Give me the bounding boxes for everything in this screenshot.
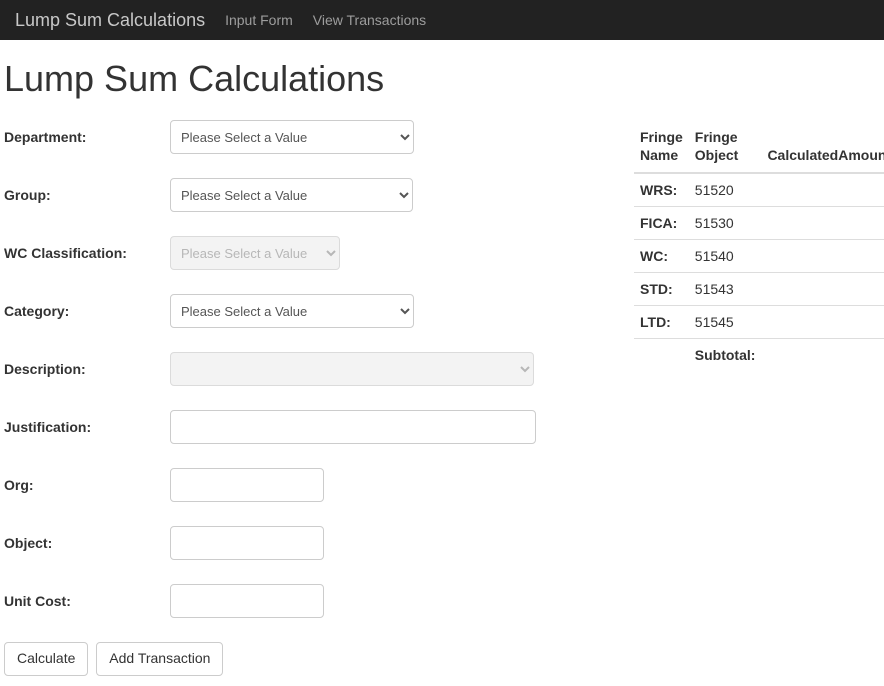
fringe-object-cell: 51545 xyxy=(689,306,762,339)
object-input[interactable] xyxy=(170,526,324,560)
fringe-header-object: Fringe Object xyxy=(689,120,762,173)
department-select[interactable]: Please Select a Value xyxy=(170,120,414,154)
fringe-amount-cell xyxy=(761,173,884,207)
label-description: Description: xyxy=(4,361,170,377)
fringe-amount-cell xyxy=(761,306,884,339)
label-department: Department: xyxy=(4,129,170,145)
org-input[interactable] xyxy=(170,468,324,502)
nav-link-input-form[interactable]: Input Form xyxy=(225,12,293,28)
fringe-name-cell: STD: xyxy=(634,273,689,306)
nav-link-view-transactions[interactable]: View Transactions xyxy=(313,12,426,28)
group-select[interactable]: Please Select a Value xyxy=(170,178,413,212)
fringe-amount-cell xyxy=(761,240,884,273)
table-row: FICA: 51530 xyxy=(634,207,884,240)
fringe-name-cell: WC: xyxy=(634,240,689,273)
subtotal-label: Subtotal: xyxy=(689,339,762,372)
fringe-object-cell: 51543 xyxy=(689,273,762,306)
unit-cost-input[interactable] xyxy=(170,584,324,618)
form-column: Department: Please Select a Value Group:… xyxy=(4,120,614,676)
subtotal-amount xyxy=(761,339,884,372)
table-row: STD: 51543 xyxy=(634,273,884,306)
label-object: Object: xyxy=(4,535,170,551)
description-select xyxy=(170,352,534,386)
fringe-object-cell: 51540 xyxy=(689,240,762,273)
page-title: Lump Sum Calculations xyxy=(4,58,880,100)
label-unit-cost: Unit Cost: xyxy=(4,593,170,609)
fringe-table: Fringe Name Fringe Object CalculatedAmou… xyxy=(634,120,884,371)
label-wc-classification: WC Classification: xyxy=(4,245,170,261)
label-org: Org: xyxy=(4,477,170,493)
table-row: WC: 51540 xyxy=(634,240,884,273)
navbar-brand[interactable]: Lump Sum Calculations xyxy=(15,10,205,31)
fringe-object-cell: 51520 xyxy=(689,173,762,207)
add-transaction-button[interactable]: Add Transaction xyxy=(96,642,223,676)
fringe-name-cell: LTD: xyxy=(634,306,689,339)
fringe-object-cell: 51530 xyxy=(689,207,762,240)
label-group: Group: xyxy=(4,187,170,203)
label-category: Category: xyxy=(4,303,170,319)
label-justification: Justification: xyxy=(4,419,170,435)
table-row: WRS: 51520 xyxy=(634,173,884,207)
fringe-name-cell: WRS: xyxy=(634,173,689,207)
fringe-header-name: Fringe Name xyxy=(634,120,689,173)
table-row: LTD: 51545 xyxy=(634,306,884,339)
category-select[interactable]: Please Select a Value xyxy=(170,294,414,328)
navbar: Lump Sum Calculations Input Form View Tr… xyxy=(0,0,884,40)
fringe-column: Fringe Name Fringe Object CalculatedAmou… xyxy=(614,120,884,371)
justification-input[interactable] xyxy=(170,410,536,444)
wc-classification-select: Please Select a Value xyxy=(170,236,340,270)
fringe-amount-cell xyxy=(761,273,884,306)
fringe-amount-cell xyxy=(761,207,884,240)
fringe-name-cell: FICA: xyxy=(634,207,689,240)
fringe-header-amount: CalculatedAmount xyxy=(761,120,884,173)
calculate-button[interactable]: Calculate xyxy=(4,642,88,676)
subtotal-row: Subtotal: xyxy=(634,339,884,372)
